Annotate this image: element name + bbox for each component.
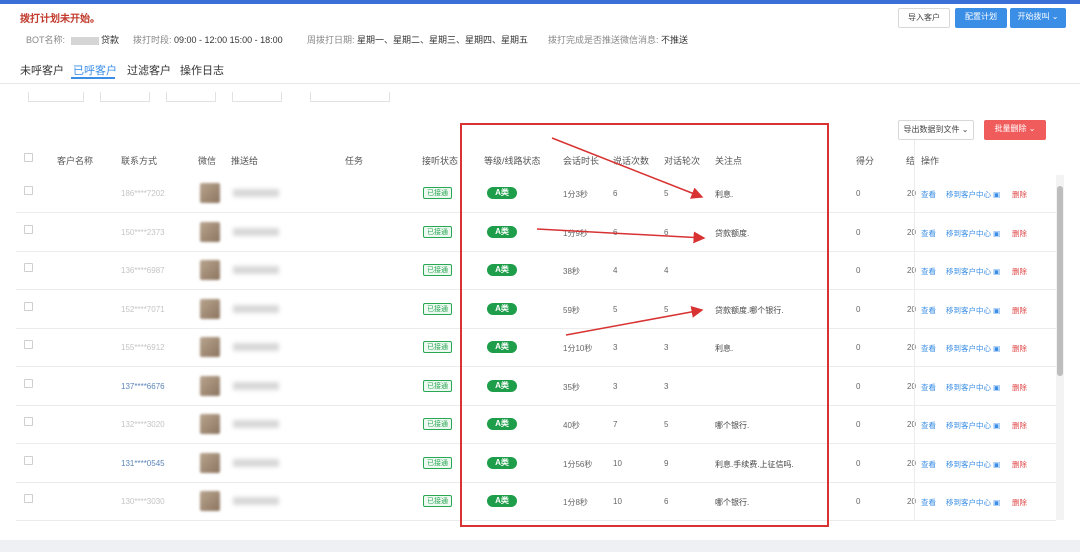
- annotation-arrow: [536, 228, 706, 244]
- annotation-arrow: [565, 305, 704, 336]
- annotation-arrow: [551, 137, 704, 199]
- annotation-arrows: [536, 137, 706, 336]
